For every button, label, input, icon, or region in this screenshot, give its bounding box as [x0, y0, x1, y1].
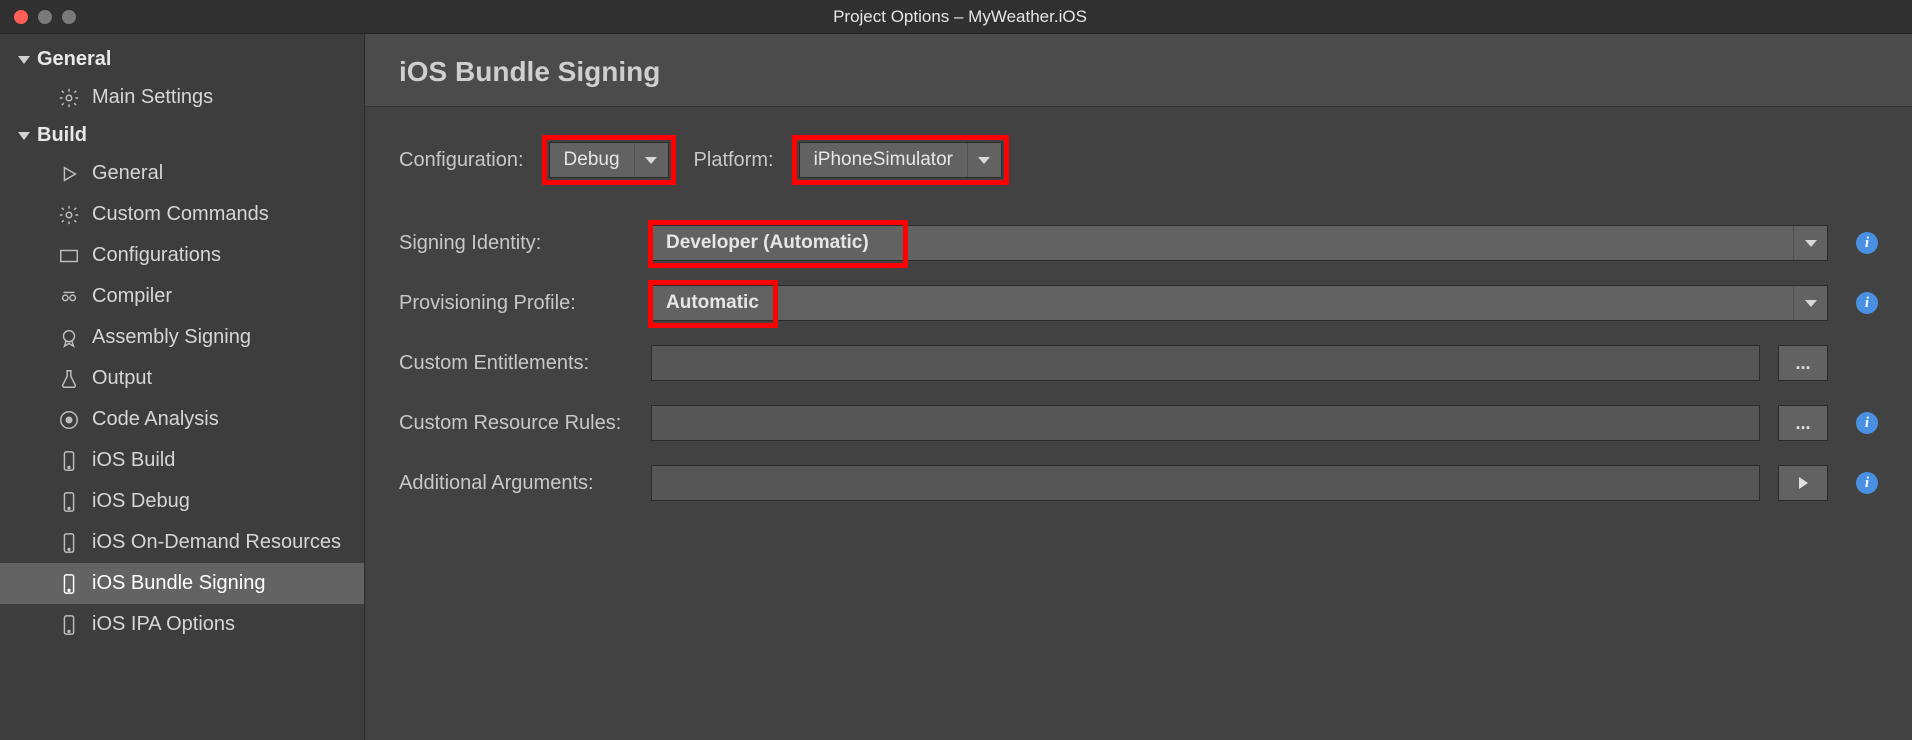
info-icon[interactable]: i: [1856, 292, 1878, 314]
sidebar-item-label: Custom Commands: [92, 203, 269, 226]
zoom-window-button[interactable]: [62, 10, 76, 24]
dropdown-icon: [1793, 226, 1827, 260]
signing-identity-row: Signing Identity: Developer (Automatic) …: [399, 225, 1878, 261]
custom-resource-rules-row: Custom Resource Rules: ... i: [399, 405, 1878, 441]
sidebar-item-label: Assembly Signing: [92, 326, 251, 349]
panel-title: iOS Bundle Signing: [399, 56, 1878, 88]
sidebar-category-general[interactable]: General: [0, 42, 364, 77]
config-platform-row: Configuration: Debug Platform: iPhoneSim…: [399, 135, 1878, 185]
close-window-button[interactable]: [14, 10, 28, 24]
gear-icon: [58, 87, 80, 109]
sidebar-item-label: iOS Build: [92, 449, 175, 472]
chevron-down-icon: [18, 132, 30, 140]
sidebar-item-compiler[interactable]: Compiler: [0, 276, 364, 317]
badge-icon: [58, 327, 80, 349]
phone-icon: [58, 614, 80, 636]
provisioning-profile-select[interactable]: Automatic: [651, 285, 1828, 321]
sidebar-item-label: Configurations: [92, 244, 221, 267]
window-title: Project Options – MyWeather.iOS: [76, 7, 1844, 27]
sidebar-item-label: General: [92, 162, 163, 185]
custom-entitlements-input[interactable]: [651, 345, 1760, 381]
sidebar-category-label: Build: [37, 124, 87, 147]
flask-icon: [58, 368, 80, 390]
sidebar-item-ios-build[interactable]: iOS Build: [0, 440, 364, 481]
dropdown-icon: [634, 143, 668, 177]
sidebar-item-ios-ipa-options[interactable]: iOS IPA Options: [0, 604, 364, 645]
browse-button[interactable]: ...: [1778, 345, 1828, 381]
window-controls: [14, 10, 76, 24]
highlight-configuration: Debug: [542, 135, 676, 185]
custom-entitlements-row: Custom Entitlements: ...: [399, 345, 1878, 381]
sidebar-item-label: iOS IPA Options: [92, 613, 235, 636]
platform-label: Platform:: [694, 149, 774, 172]
sidebar-item-ios-on-demand-resources[interactable]: iOS On-Demand Resources: [0, 522, 364, 563]
main-panel: iOS Bundle Signing Configuration: Debug …: [365, 34, 1912, 740]
custom-entitlements-label: Custom Entitlements:: [399, 352, 633, 375]
sidebar-item-custom-commands[interactable]: Custom Commands: [0, 194, 364, 235]
sidebar-item-ios-debug[interactable]: iOS Debug: [0, 481, 364, 522]
dropdown-icon: [1793, 286, 1827, 320]
run-button[interactable]: [1778, 465, 1828, 501]
configuration-select[interactable]: Debug: [549, 142, 669, 178]
phone-icon: [58, 491, 80, 513]
sidebar-item-configurations[interactable]: Configurations: [0, 235, 364, 276]
sidebar-item-main-settings[interactable]: Main Settings: [0, 77, 364, 118]
target-icon: [58, 409, 80, 431]
minimize-window-button[interactable]: [38, 10, 52, 24]
info-icon[interactable]: i: [1856, 412, 1878, 434]
info-icon[interactable]: i: [1856, 232, 1878, 254]
sidebar-item-general[interactable]: General: [0, 153, 364, 194]
provisioning-profile-value: Automatic: [652, 286, 1793, 320]
compiler-icon: [58, 286, 80, 308]
custom-resource-rules-label: Custom Resource Rules:: [399, 412, 633, 435]
sidebar-item-assembly-signing[interactable]: Assembly Signing: [0, 317, 364, 358]
configuration-label: Configuration:: [399, 149, 524, 172]
phone-icon: [58, 573, 80, 595]
sidebar-item-output[interactable]: Output: [0, 358, 364, 399]
sidebar-item-label: iOS Debug: [92, 490, 190, 513]
dropdown-icon: [967, 143, 1001, 177]
provisioning-profile-row: Provisioning Profile: Automatic i: [399, 285, 1878, 321]
signing-identity-select[interactable]: Developer (Automatic): [651, 225, 1828, 261]
chevron-down-icon: [18, 56, 30, 64]
configuration-value: Debug: [550, 143, 634, 177]
browse-button[interactable]: ...: [1778, 405, 1828, 441]
additional-arguments-label: Additional Arguments:: [399, 472, 633, 495]
provisioning-profile-label: Provisioning Profile:: [399, 292, 633, 315]
sidebar-item-label: Code Analysis: [92, 408, 219, 431]
highlight-platform: iPhoneSimulator: [792, 135, 1009, 185]
custom-resource-rules-input[interactable]: [651, 405, 1760, 441]
sidebar-item-label: Output: [92, 367, 152, 390]
info-icon[interactable]: i: [1856, 472, 1878, 494]
platform-value: iPhoneSimulator: [800, 143, 967, 177]
sidebar-item-label: Main Settings: [92, 86, 213, 109]
phone-icon: [58, 532, 80, 554]
phone-icon: [58, 450, 80, 472]
sidebar-item-label: Compiler: [92, 285, 172, 308]
sidebar-item-code-analysis[interactable]: Code Analysis: [0, 399, 364, 440]
panel-header: iOS Bundle Signing: [365, 34, 1912, 107]
play-icon: [58, 163, 80, 185]
sidebar-item-label: iOS On-Demand Resources: [92, 531, 341, 554]
platform-select[interactable]: iPhoneSimulator: [799, 142, 1002, 178]
sidebar-category-build[interactable]: Build: [0, 118, 364, 153]
gear-icon: [58, 204, 80, 226]
sidebar-item-label: iOS Bundle Signing: [92, 572, 265, 595]
sidebar: General Main Settings Build General Cust…: [0, 34, 365, 740]
additional-arguments-input[interactable]: [651, 465, 1760, 501]
sidebar-item-ios-bundle-signing[interactable]: iOS Bundle Signing: [0, 563, 364, 604]
titlebar: Project Options – MyWeather.iOS: [0, 0, 1912, 34]
additional-arguments-row: Additional Arguments: i: [399, 465, 1878, 501]
sidebar-category-label: General: [37, 48, 111, 71]
play-icon: [1799, 477, 1808, 489]
rectangle-icon: [58, 245, 80, 267]
signing-identity-label: Signing Identity:: [399, 232, 633, 255]
signing-identity-value: Developer (Automatic): [652, 226, 1793, 260]
